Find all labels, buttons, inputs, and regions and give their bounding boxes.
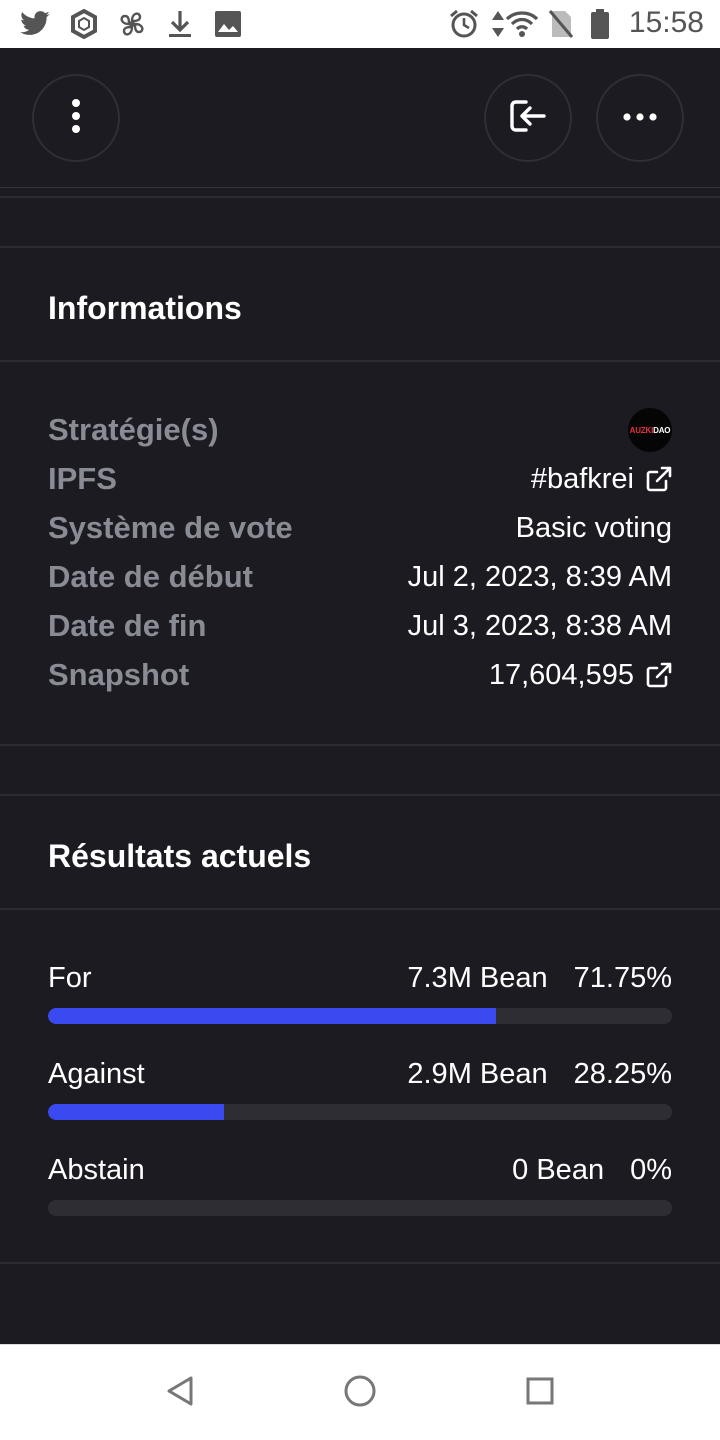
info-label: IPFS — [48, 461, 117, 496]
more-options-button[interactable] — [596, 74, 684, 162]
battery-icon — [588, 8, 612, 40]
snapshot-link[interactable]: 17,604,595 — [489, 659, 672, 692]
info-label: Snapshot — [48, 657, 190, 692]
sign-in-icon — [508, 98, 548, 139]
divider — [0, 744, 720, 746]
download-icon — [164, 8, 196, 40]
strategy-avatar[interactable]: AUZKI DAO — [628, 408, 672, 452]
alarm-icon — [446, 8, 482, 40]
info-label: Date de fin — [48, 608, 207, 643]
back-button[interactable] — [160, 1373, 200, 1413]
progress-track — [48, 1104, 672, 1120]
divider — [0, 246, 720, 248]
sync-app-icon — [66, 8, 102, 40]
divider — [0, 794, 720, 796]
info-row-voting-system: Système de vote Basic voting — [48, 506, 672, 550]
menu-button[interactable] — [32, 74, 120, 162]
vertical-dots-icon — [71, 98, 81, 139]
choice-amount: 7.3M Bean — [407, 961, 548, 994]
progress-fill — [48, 1104, 225, 1120]
choice-label: For — [48, 961, 92, 994]
external-link-icon — [646, 466, 672, 492]
divider — [0, 908, 720, 910]
twitter-icon — [18, 8, 52, 40]
divider — [0, 196, 720, 198]
info-label: Date de début — [48, 559, 253, 594]
status-bar: 15:58 — [0, 0, 720, 48]
snapshot-block: 17,604,595 — [488, 658, 634, 691]
result-for: For 7.3M Bean 71.75% — [48, 958, 672, 1024]
divider — [0, 1262, 720, 1264]
choice-label: Abstain — [48, 1153, 145, 1186]
end-date-value: Jul 3, 2023, 8:38 AM — [407, 609, 672, 642]
ipfs-link[interactable]: #bafkrei — [531, 463, 672, 496]
info-label: Stratégie(s) — [48, 412, 219, 447]
ipfs-hash: #bafkrei — [530, 462, 634, 495]
external-link-icon — [646, 662, 672, 688]
start-date-value: Jul 2, 2023, 8:39 AM — [407, 560, 672, 593]
horizontal-dots-icon — [622, 109, 658, 127]
info-row-strategies: Stratégie(s) AUZKI DAO — [48, 408, 672, 452]
wifi-icon — [504, 8, 540, 40]
info-row-ipfs: IPFS #bafkrei — [48, 457, 672, 501]
recents-button[interactable] — [520, 1373, 560, 1413]
pinwheel-icon — [114, 8, 150, 40]
info-label: Système de vote — [48, 510, 293, 545]
choice-percent: 71.75% — [573, 961, 672, 994]
no-sim-icon — [546, 8, 576, 40]
choice-amount: 2.9M Bean — [407, 1057, 548, 1090]
choice-percent: 28.25% — [573, 1057, 672, 1090]
choice-label: Against — [48, 1057, 145, 1090]
info-row-end-date: Date de fin Jul 3, 2023, 8:38 AM — [48, 604, 672, 648]
top-bar — [0, 48, 720, 188]
choice-amount: 0 Bean — [512, 1153, 605, 1186]
result-against: Against 2.9M Bean 28.25% — [48, 1054, 672, 1120]
results-title: Résultats actuels — [48, 838, 312, 874]
info-row-start-date: Date de début Jul 2, 2023, 8:39 AM — [48, 555, 672, 599]
progress-track — [48, 1008, 672, 1024]
image-icon — [212, 8, 244, 40]
divider — [0, 360, 720, 362]
home-button[interactable] — [340, 1373, 380, 1413]
clock-time: 15:58 — [628, 6, 704, 39]
progress-track — [48, 1200, 672, 1216]
back-triangle-icon — [165, 1375, 195, 1412]
voting-system-value: Basic voting — [515, 511, 672, 544]
result-abstain: Abstain 0 Bean 0% — [48, 1150, 672, 1216]
informations-title: Informations — [48, 290, 242, 326]
sign-in-button[interactable] — [484, 74, 572, 162]
system-nav-bar — [0, 1344, 720, 1440]
choice-percent: 0% — [630, 1153, 672, 1186]
recents-square-icon — [525, 1376, 555, 1411]
progress-fill — [48, 1008, 496, 1024]
info-row-snapshot: Snapshot 17,604,595 — [48, 653, 672, 697]
home-circle-icon — [343, 1374, 377, 1413]
